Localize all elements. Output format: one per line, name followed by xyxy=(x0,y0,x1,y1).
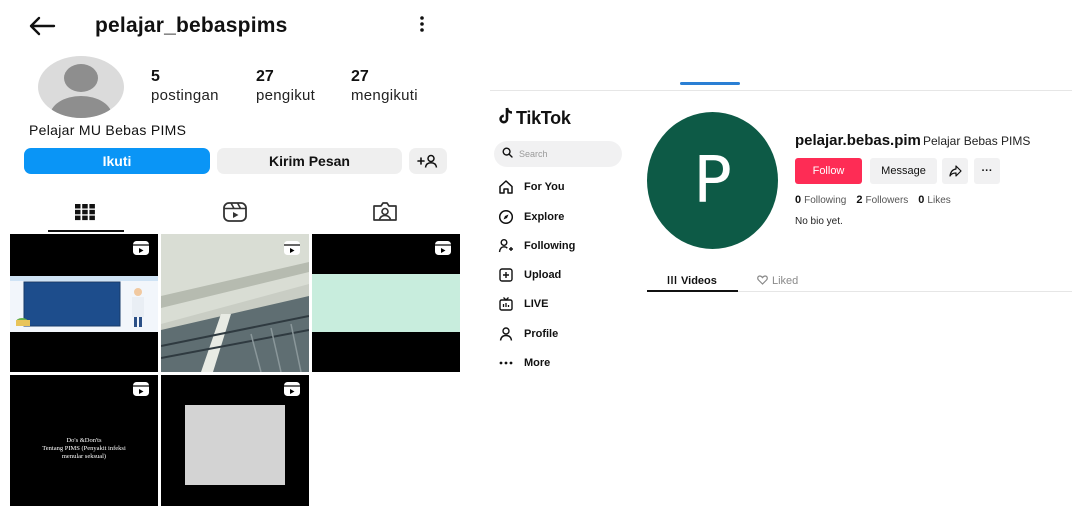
nav-label: For You xyxy=(524,181,565,193)
message-button[interactable]: Kirim Pesan xyxy=(217,148,402,174)
profile-tabs xyxy=(10,196,462,232)
profile-username: pelajar_bebaspims xyxy=(95,14,288,37)
nav-label: Profile xyxy=(524,328,559,340)
tiktok-note-icon xyxy=(498,107,514,130)
stat-followers-value: 27 xyxy=(256,68,274,85)
nav-item-following[interactable]: Following xyxy=(498,236,575,256)
avatar-body-shape xyxy=(50,96,112,118)
tab-label: Videos xyxy=(681,275,717,287)
nav-item-profile[interactable]: Profile xyxy=(498,324,558,344)
avatar[interactable] xyxy=(38,56,124,118)
header-divider xyxy=(490,90,1072,91)
search-placeholder: Search xyxy=(519,149,548,159)
upload-icon xyxy=(498,267,514,283)
avatar-head-shape xyxy=(64,64,98,92)
compass-icon xyxy=(498,209,514,225)
avatar[interactable]: P xyxy=(647,112,778,249)
nav-label: More xyxy=(524,357,551,369)
stat-followers-label: pengikut xyxy=(256,87,316,104)
reel-icon xyxy=(434,240,452,256)
videos-icon xyxy=(667,275,677,288)
tiktok-logo-text: TikTok xyxy=(516,108,571,128)
stat-posts-value: 5 xyxy=(151,68,160,85)
profile-tabs: Videos Liked xyxy=(647,266,1072,292)
stat-following-label: Following xyxy=(804,195,847,206)
reel-icon xyxy=(132,381,150,397)
more-dots-icon xyxy=(498,355,514,371)
nav-item-live[interactable]: LIVE xyxy=(498,294,548,314)
profile-nickname: Pelajar Bebas PIMS xyxy=(923,134,1031,148)
tab-videos[interactable]: Videos xyxy=(667,270,717,292)
profile-icon xyxy=(498,326,514,342)
search-input[interactable]: Search xyxy=(494,141,622,167)
following-icon xyxy=(498,238,514,254)
post-thumbnail[interactable] xyxy=(161,234,309,372)
follow-button[interactable]: Follow xyxy=(795,158,862,184)
nav-label: Explore xyxy=(524,211,565,223)
caption-line: menular seksual) xyxy=(61,453,107,460)
reel-icon xyxy=(132,240,150,256)
nav-item-more[interactable]: More xyxy=(498,353,550,373)
stat-following-label: mengikuti xyxy=(351,87,418,104)
caption-line: Do's &Don'ts xyxy=(66,437,102,444)
grid-icon xyxy=(74,203,96,226)
stat-likes-label: Likes xyxy=(927,195,951,206)
tab-label: Liked xyxy=(772,275,799,287)
profile-handle: pelajar.bebas.pim xyxy=(795,132,921,149)
more-vertical-icon[interactable] xyxy=(418,14,426,40)
tab-tagged[interactable] xyxy=(310,196,460,232)
stat-posts-label: postingan xyxy=(151,87,219,104)
active-tab-indicator xyxy=(647,290,738,292)
back-arrow-icon[interactable] xyxy=(28,12,56,42)
stat-followers-value: 2 xyxy=(856,194,863,206)
tab-grid[interactable] xyxy=(10,196,160,232)
tagged-icon xyxy=(371,201,399,228)
stat-likes[interactable]: 0 Likes xyxy=(918,194,950,206)
post-thumbnail[interactable]: Do's &Don'ts Tentang PIMS (Penyakit infe… xyxy=(10,375,158,506)
nav-label: Upload xyxy=(524,269,562,281)
profile-bio: No bio yet. xyxy=(795,216,843,227)
stat-following[interactable]: 27 mengikuti xyxy=(351,68,418,106)
top-scroll-indicator xyxy=(680,82,740,85)
nav-item-for-you[interactable]: For You xyxy=(498,177,565,197)
stat-following[interactable]: 0 Following xyxy=(795,194,846,206)
tab-liked[interactable]: Liked xyxy=(757,270,798,292)
stat-followers-label: Followers xyxy=(865,195,909,206)
post-caption-text: Do's &Don'ts Tentang PIMS (Penyakit infe… xyxy=(10,437,158,461)
tiktok-profile-panel: TikTok Search For You Explore Following … xyxy=(480,0,1072,506)
live-icon xyxy=(498,296,514,312)
reels-icon xyxy=(222,201,248,228)
grey-square-image xyxy=(185,405,285,485)
liked-icon xyxy=(757,274,768,288)
nav-item-explore[interactable]: Explore xyxy=(498,207,564,227)
nav-item-upload[interactable]: Upload xyxy=(498,265,561,285)
search-icon xyxy=(502,145,513,163)
tiktok-logo[interactable]: TikTok xyxy=(498,107,571,130)
message-button[interactable]: Message xyxy=(870,158,937,184)
post-thumbnail[interactable] xyxy=(10,234,158,372)
stat-following-value: 0 xyxy=(795,194,802,206)
stat-followers[interactable]: 27 pengikut xyxy=(256,68,315,106)
profile-stats: 0 Following 2 Followers 0 Likes xyxy=(795,194,951,206)
caption-line: Tentang PIMS (Penyakit infeksi xyxy=(42,445,126,452)
home-icon xyxy=(498,179,514,195)
instagram-profile-panel: pelajar_bebaspims 5 postingan 27 pengiku… xyxy=(0,0,470,506)
nav-label: Following xyxy=(524,240,576,252)
profile-bio: Pelajar MU Bebas PIMS xyxy=(29,122,187,138)
stat-likes-value: 0 xyxy=(918,194,925,206)
stat-following-value: 27 xyxy=(351,68,369,85)
more-options-button[interactable]: ··· xyxy=(974,158,1000,184)
post-thumbnail[interactable] xyxy=(312,234,460,372)
add-user-icon[interactable] xyxy=(409,148,447,174)
reel-icon xyxy=(283,240,301,256)
avatar-initial: P xyxy=(693,143,732,218)
post-thumbnail[interactable] xyxy=(161,375,309,506)
follow-button[interactable]: Ikuti xyxy=(24,148,210,174)
reel-icon xyxy=(283,381,301,397)
stat-posts[interactable]: 5 postingan xyxy=(151,68,219,106)
share-icon[interactable] xyxy=(942,158,968,184)
stat-followers[interactable]: 2 Followers xyxy=(856,194,908,206)
tab-reels[interactable] xyxy=(160,196,310,232)
nav-label: LIVE xyxy=(524,298,549,310)
